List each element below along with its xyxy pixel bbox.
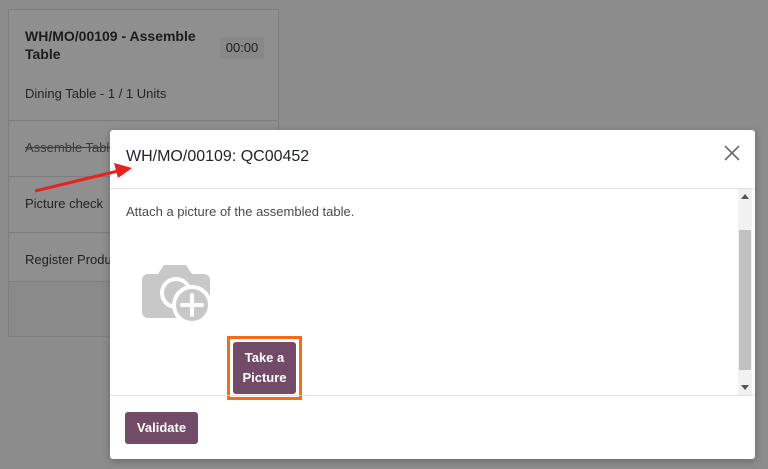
annotation-arrow-icon [34, 163, 132, 193]
